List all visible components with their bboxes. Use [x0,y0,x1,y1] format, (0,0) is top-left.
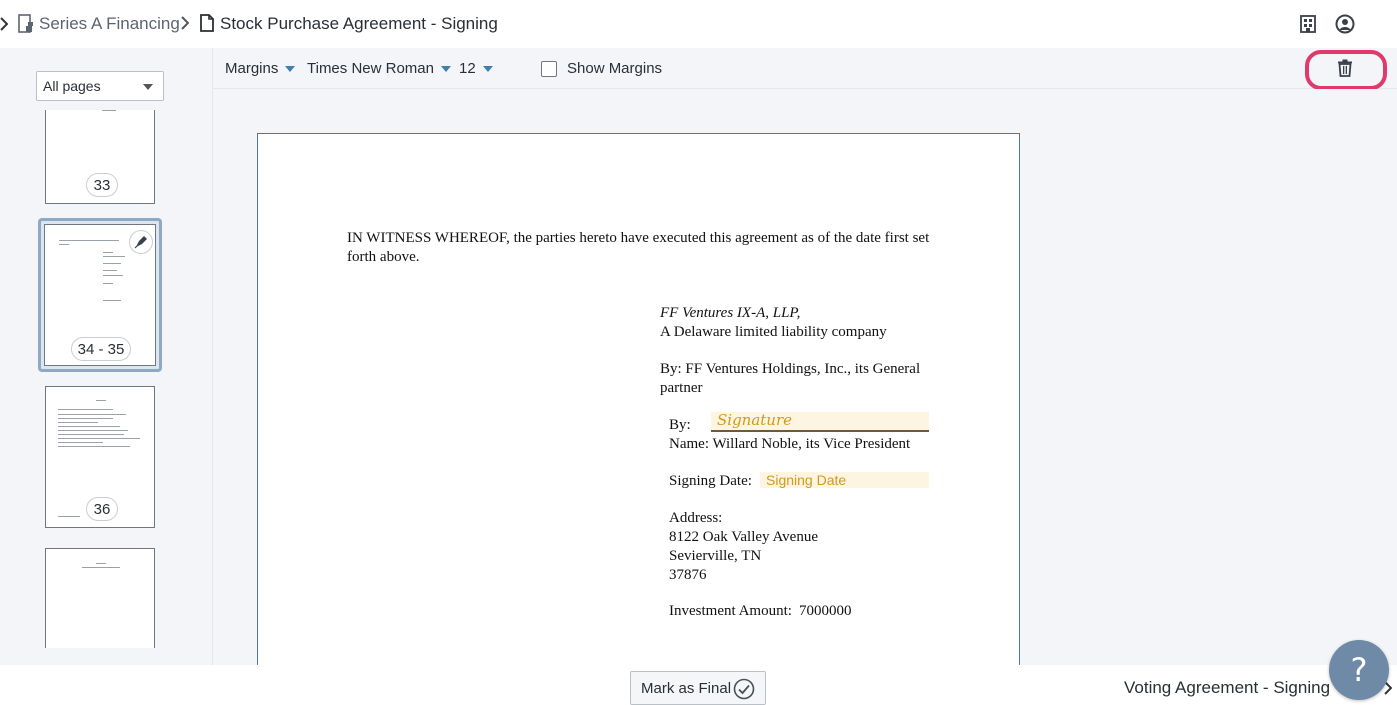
thumb-text-line [103,270,117,271]
trash-icon[interactable] [1337,59,1355,78]
page-title: Stock Purchase Agreement - Signing [220,14,498,33]
thumb-text-line [58,516,80,517]
witness-clause: IN WITNESS WHEREOF, the parties hereto h… [347,230,930,246]
by-line-continued: partner [660,380,703,396]
thumb-text-line [58,426,120,427]
thumb-text-line [103,252,113,253]
address-line-1: 8122 Oak Valley Avenue [669,529,818,545]
by-line: By: FF Ventures Holdings, Inc., its Gene… [660,361,921,377]
thumb-text-line [96,563,106,564]
thumb-text-line [103,275,123,276]
check-circle-icon [733,678,755,700]
entity-name: FF Ventures IX-A, LLP, [660,305,801,321]
thumb-text-line [58,446,130,447]
top-bar: Series A Financing Stock Purchase Agreem… [0,0,1397,48]
document-icon [200,14,216,34]
user-account-icon[interactable] [1335,14,1355,34]
chevron-down-icon [482,66,493,72]
thumb-text-line [58,422,98,423]
show-margins-label[interactable]: Show Margins [567,59,662,79]
signing-date-placeholder: Signing Date [766,472,847,488]
page-thumbnail[interactable] [45,548,155,648]
margins-label: Margins [225,60,279,77]
by-label: By: [669,417,691,433]
signature-field[interactable]: Signature [711,411,929,432]
investment-amount: 7000000 [799,603,852,619]
thumbnail-page-label: 33 [86,173,118,197]
building-doc-icon [18,14,34,34]
thumb-text-line [59,244,69,245]
document-page: IN WITNESS WHEREOF, the parties hereto h… [257,133,1020,665]
thumb-text-line [82,567,120,568]
entity-description: A Delaware limited liability company [660,324,887,340]
show-margins-checkbox[interactable] [541,61,557,77]
font-family-label: Times New Roman [307,60,434,77]
page-filter-value: All pages [43,78,101,94]
signer-name: Name: Willard Noble, its Vice President [669,436,911,452]
page-thumbnail[interactable]: 33 [45,110,155,204]
thumb-text-line [103,283,113,284]
address-label: Address: [669,510,723,526]
thumb-text-line [103,256,125,257]
address-line-3: 37876 [669,567,707,583]
font-family-dropdown[interactable]: Times New Roman [307,59,451,79]
editor-toolbar: Margins Times New Roman 12 Show Margins [213,48,1397,90]
thumb-text-line [58,438,140,439]
page-thumbnail[interactable]: 36 [45,386,155,528]
thumbnail-page-label: 36 [86,497,118,521]
building-icon[interactable] [1299,14,1319,34]
investment-label: Investment Amount: [669,603,792,619]
thumb-text-line [102,110,116,111]
next-document-link[interactable]: Voting Agreement - Signing - [1124,678,1340,698]
thumbnail-sidebar: All pages 33 34 - 35 36 [0,48,213,665]
font-size-label: 12 [459,60,476,77]
chevron-right-icon[interactable] [0,14,10,34]
witness-clause-continued: forth above. [347,249,420,265]
thumb-text-line [58,434,124,435]
chevron-down-icon [143,84,153,90]
thumb-text-line [58,409,113,410]
document-canvas: IN WITNESS WHEREOF, the parties hereto h… [213,89,1397,665]
help-button[interactable]: ? [1329,640,1389,700]
thumb-text-line [59,240,119,241]
thumb-text-line [103,300,121,301]
margins-dropdown[interactable]: Margins [225,59,296,79]
thumb-text-line [58,414,126,415]
mark-as-final-button[interactable]: Mark as Final [630,671,766,705]
thumb-text-line [58,442,103,443]
pen-nib-icon [129,230,153,254]
mark-as-final-label: Mark as Final [641,679,732,697]
signature-placeholder: Signature [717,411,793,429]
font-size-dropdown[interactable]: 12 [459,59,493,79]
page-filter-select[interactable]: All pages [36,71,164,101]
thumbnail-page-label: 34 - 35 [71,337,131,361]
signing-date-label: Signing Date: [669,473,752,489]
breadcrumb-separator-icon [181,16,191,32]
chevron-down-icon [285,66,296,72]
thumb-text-line [58,430,128,431]
thumb-text-line [96,400,106,401]
signing-date-field[interactable]: Signing Date [760,472,929,488]
thumb-text-line [58,418,113,419]
breadcrumb-series-link[interactable]: Series A Financing [39,13,180,35]
address-line-2: Sevierville, TN [669,548,762,564]
chevron-down-icon [440,66,451,72]
page-thumbnail[interactable]: 34 - 35 [44,224,156,366]
thumb-text-line [103,263,121,264]
bottom-bar: Mark as Final Voting Agreement - Signing… [0,665,1397,705]
